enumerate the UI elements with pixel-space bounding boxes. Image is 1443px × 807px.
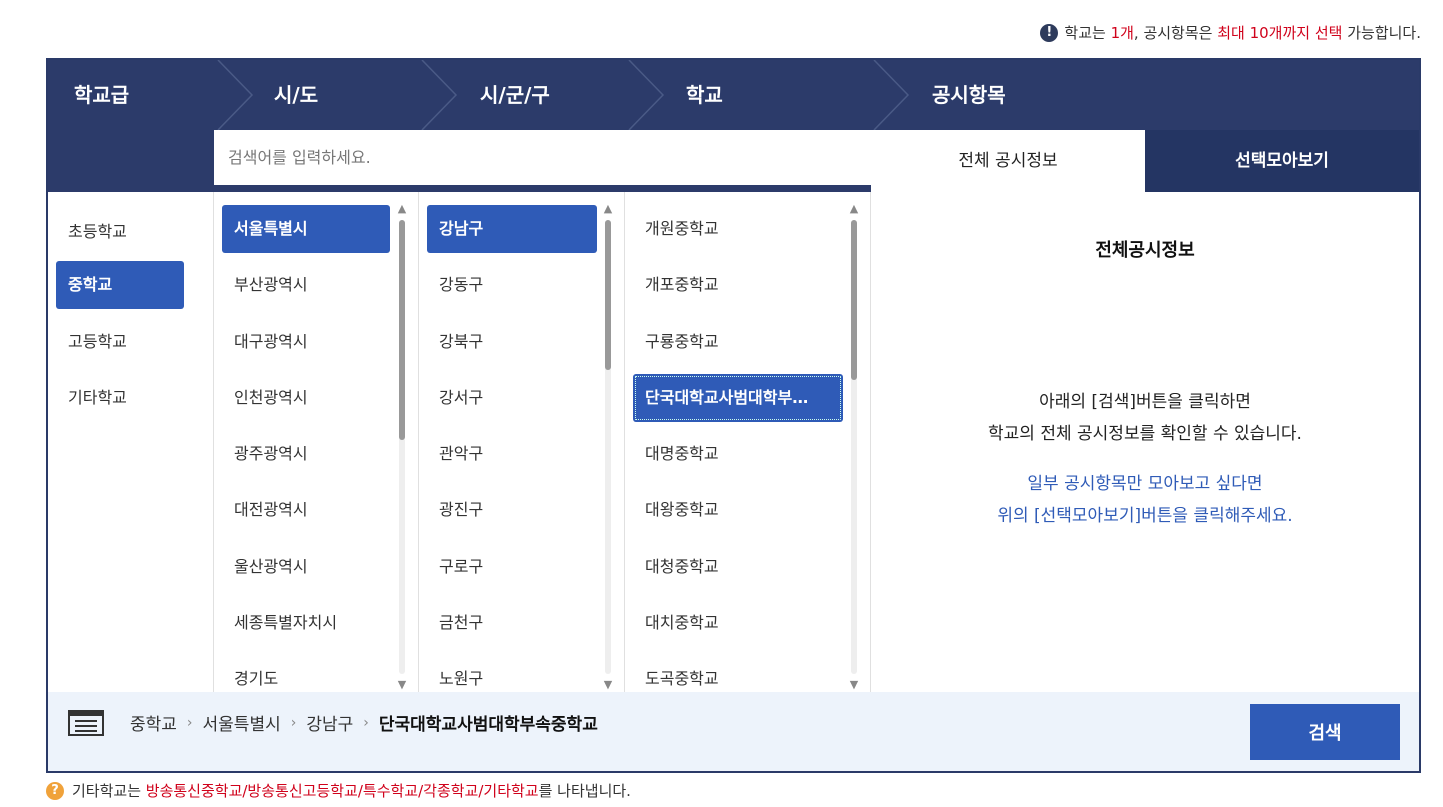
list-item[interactable]: 세종특별자치시 — [222, 599, 390, 647]
list-item-selected[interactable]: 서울특별시 — [222, 205, 390, 253]
info-pane: 전체공시정보 아래의 [검색]버튼을 클릭하면 학교의 전체 공시정보를 확인할… — [871, 192, 1419, 692]
chevron-right-icon — [421, 60, 458, 130]
step-province: 시/도 — [274, 83, 319, 107]
list-item[interactable]: 개포중학교 — [633, 261, 843, 309]
district-list: 강남구 강동구 강북구 강서구 관악구 광진구 구로구 금천구 노원구 ▲ ▼ — [419, 192, 625, 692]
info-message: 아래의 [검색]버튼을 클릭하면 학교의 전체 공시정보를 확인할 수 있습니다… — [988, 392, 1302, 444]
question-icon: ? — [46, 781, 64, 800]
scroll-up-icon[interactable]: ▲ — [395, 202, 409, 216]
list-item[interactable]: 기타학교 — [56, 374, 184, 422]
notice-limit-items: 최대 10개까지 선택 — [1217, 24, 1343, 42]
list-item[interactable]: 강서구 — [427, 374, 597, 422]
selection-columns: 초등학교 중학교 고등학교 기타학교 서울특별시 부산광역시 대구광역시 인천광… — [48, 192, 871, 692]
notice-limit-school: 1개 — [1110, 24, 1134, 42]
tab-all-info[interactable]: 전체 공시정보 — [871, 130, 1145, 192]
list-item[interactable]: 대구광역시 — [222, 318, 390, 366]
list-item[interactable]: 구로구 — [427, 543, 597, 591]
school-search-panel: 학교급 시/도 시/군/구 학교 공시항목 전체 공시정보 선택모아보기 초등학… — [46, 58, 1421, 773]
info-tabs: 전체 공시정보 선택모아보기 — [871, 130, 1419, 192]
scroll-down-icon[interactable]: ▼ — [601, 678, 615, 692]
scrollbar[interactable]: ▲ ▼ — [847, 202, 861, 692]
list-item[interactable]: 고등학교 — [56, 318, 184, 366]
list-item[interactable]: 개원중학교 — [633, 205, 843, 253]
notice-bottom-text-1: 기타학교는 — [72, 782, 146, 800]
info-hint: 일부 공시항목만 모아보고 싶다면 위의 [선택모아보기]버튼을 클릭해주세요. — [997, 474, 1293, 526]
province-list: 서울특별시 부산광역시 대구광역시 인천광역시 광주광역시 대전광역시 울산광역… — [214, 192, 419, 692]
list-item[interactable]: 광주광역시 — [222, 430, 390, 478]
list-item[interactable]: 금천구 — [427, 599, 597, 647]
step-items: 공시항목 — [932, 83, 1006, 107]
tab-collect-view[interactable]: 선택모아보기 — [1145, 130, 1419, 192]
list-item-selected[interactable]: 단국대학교사범대학부… — [633, 374, 843, 422]
list-item[interactable]: 인천광역시 — [222, 374, 390, 422]
step-level: 학교급 — [74, 83, 130, 107]
exclamation-icon: ! — [1040, 23, 1059, 42]
list-item[interactable]: 대청중학교 — [633, 543, 843, 591]
list-item[interactable]: 강동구 — [427, 261, 597, 309]
notice-text-1: 학교는 — [1064, 24, 1111, 42]
chevron-right-icon: › — [363, 714, 369, 731]
scroll-down-icon[interactable]: ▼ — [847, 678, 861, 692]
list-item[interactable]: 도곡중학교 — [633, 655, 843, 692]
list-item[interactable]: 초등학교 — [56, 208, 184, 256]
list-item[interactable]: 대왕중학교 — [633, 486, 843, 534]
school-list: 개원중학교 개포중학교 구룡중학교 단국대학교사범대학부… 대명중학교 대왕중학… — [625, 192, 871, 692]
selection-summary-bar: 중학교 › 서울특별시 › 강남구 › 단국대학교사범대학부속중학교 검색 — [48, 692, 1419, 771]
list-item[interactable]: 광진구 — [427, 486, 597, 534]
list-item-selected[interactable]: 강남구 — [427, 205, 597, 253]
chevron-right-icon — [628, 60, 665, 130]
list-item[interactable]: 구룡중학교 — [633, 318, 843, 366]
notice-text-3: 가능합니다. — [1342, 24, 1421, 42]
scroll-up-icon[interactable]: ▲ — [601, 202, 615, 216]
chevron-right-icon: › — [290, 714, 297, 731]
search-button[interactable]: 검색 — [1250, 704, 1400, 760]
chevron-right-icon — [873, 60, 910, 130]
notice-bottom-text-2: 를 나타냅니다. — [538, 782, 631, 800]
breadcrumb-level: 중학교 — [130, 715, 177, 735]
list-item-selected[interactable]: 중학교 — [56, 261, 184, 309]
step-district: 시/군/구 — [480, 83, 550, 107]
list-item[interactable]: 울산광역시 — [222, 543, 390, 591]
scrollbar[interactable]: ▲ ▼ — [601, 202, 615, 692]
notice-text-2: , 공시항목은 — [1133, 24, 1218, 42]
list-icon — [68, 710, 104, 736]
breadcrumb-province: 서울특별시 — [202, 715, 281, 735]
breadcrumb-district: 강남구 — [306, 715, 354, 735]
list-item[interactable]: 강북구 — [427, 318, 597, 366]
list-item[interactable]: 대명중학교 — [633, 430, 843, 478]
notice-bottom-types: 방송통신중학교/방송통신고등학교/특수학교/각종학교/기타학교 — [145, 782, 539, 800]
list-item[interactable]: 대치중학교 — [633, 599, 843, 647]
level-list: 초등학교 중학교 고등학교 기타학교 — [48, 192, 214, 692]
scroll-down-icon[interactable]: ▼ — [395, 678, 409, 692]
chevron-right-icon — [217, 60, 254, 130]
notice-top: ! 학교는 1개, 공시항목은 최대 10개까지 선택 가능합니다. — [1040, 22, 1421, 43]
chevron-right-icon: › — [186, 714, 193, 731]
breadcrumb: 중학교 › 서울특별시 › 강남구 › 단국대학교사범대학부속중학교 — [130, 710, 598, 736]
list-item[interactable]: 대전광역시 — [222, 486, 390, 534]
list-item[interactable]: 경기도 — [222, 655, 390, 692]
scrollbar[interactable]: ▲ ▼ — [395, 202, 409, 692]
list-item[interactable]: 관악구 — [427, 430, 597, 478]
list-item[interactable]: 부산광역시 — [222, 261, 390, 309]
step-header: 학교급 시/도 시/군/구 학교 공시항목 — [48, 60, 1419, 130]
info-title: 전체공시정보 — [1095, 240, 1195, 261]
search-input[interactable] — [214, 130, 871, 185]
scroll-up-icon[interactable]: ▲ — [847, 202, 861, 216]
step-school: 학교 — [686, 83, 723, 107]
notice-bottom: ? 기타학교는 방송통신중학교/방송통신고등학교/특수학교/각종학교/기타학교를… — [46, 780, 631, 801]
list-item[interactable]: 노원구 — [427, 655, 597, 692]
breadcrumb-school: 단국대학교사범대학부속중학교 — [378, 715, 598, 735]
